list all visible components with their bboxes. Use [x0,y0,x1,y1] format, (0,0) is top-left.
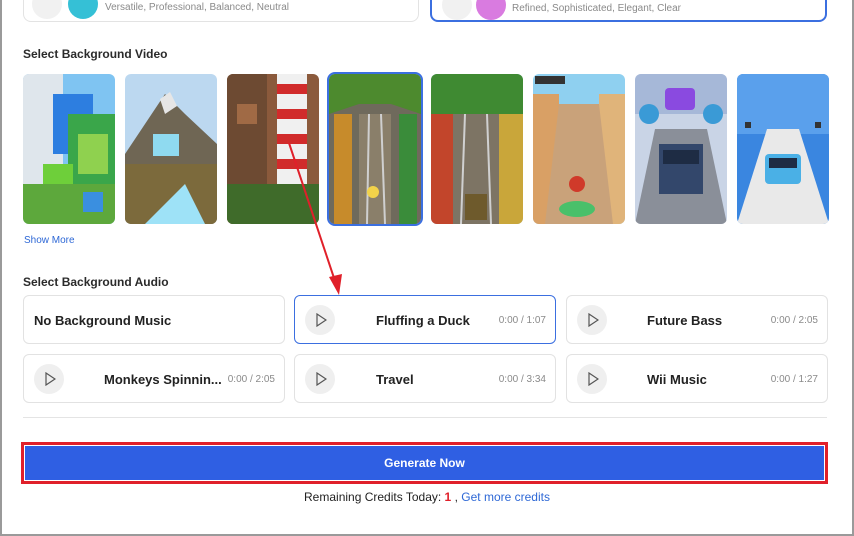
audio-duration: 0:00 / 1:07 [498,315,546,326]
get-more-credits-link[interactable]: Get more credits [461,490,550,504]
video-thumbnail-3[interactable] [227,74,319,224]
audio-duration: 0:00 / 1:27 [770,374,818,385]
video-thumbnail-1[interactable] [23,74,115,224]
play-icon[interactable] [305,364,335,394]
credits-line: Remaining Credits Today: 1 , Get more cr… [2,490,852,504]
audio-option-future-bass[interactable]: Future Bass 0:00 / 2:05 [566,295,828,344]
audio-option-fluffing-a-duck[interactable]: Fluffing a Duck 0:00 / 1:07 [294,295,556,344]
video-thumbnail-6[interactable] [533,74,625,224]
audio-option-travel[interactable]: Travel 0:00 / 3:34 [294,354,556,403]
audio-option-label: Monkeys Spinnin... [104,372,222,387]
audio-option-label: Travel [376,372,414,387]
audio-option-label: Future Bass [647,313,723,328]
video-thumbnail-list [23,72,829,226]
video-thumbnail-7[interactable] [635,74,727,224]
audio-option-wii-music[interactable]: Wii Music 0:00 / 1:27 [566,354,828,403]
voice-card-1[interactable]: Versatile, Professional, Balanced, Neutr… [23,0,419,22]
generate-now-button[interactable]: Generate Now [25,446,824,480]
audio-option-label: Wii Music [647,372,707,387]
audio-duration: 0:00 / 2:05 [227,374,275,385]
app-frame: Versatile, Professional, Balanced, Neutr… [0,0,854,536]
audio-option-label: Fluffing a Duck [376,313,470,328]
video-thumbnail-8[interactable] [737,74,829,224]
credits-count: 1 [444,490,452,504]
play-icon[interactable] [305,305,335,335]
play-icon[interactable] [34,364,64,394]
show-more-link[interactable]: Show More [24,235,75,246]
generate-button-highlight: Generate Now [21,442,828,484]
video-thumbnail-2[interactable] [125,74,217,224]
voice-avatar-icon [476,0,506,20]
video-section-title: Select Background Video [23,47,168,61]
video-thumbnail-5[interactable] [431,74,523,224]
voice-description: Versatile, Professional, Balanced, Neutr… [105,2,289,13]
audio-section-title: Select Background Audio [23,275,169,289]
video-thumbnail-4[interactable] [327,72,423,226]
voice-avatar-icon [68,0,98,19]
audio-option-no-music[interactable]: No Background Music [23,295,285,344]
play-icon[interactable] [32,0,62,19]
audio-option-label: No Background Music [34,313,172,328]
play-icon[interactable] [442,0,472,20]
voice-card-2[interactable]: Refined, Sophisticated, Elegant, Clear [430,0,827,22]
divider [23,417,827,418]
play-icon[interactable] [577,305,607,335]
credits-label: Remaining Credits Today: [304,490,442,504]
audio-duration: 0:00 / 3:34 [498,374,546,385]
audio-duration: 0:00 / 2:05 [770,315,818,326]
voice-description: Refined, Sophisticated, Elegant, Clear [512,3,681,14]
audio-option-monkeys-spinning[interactable]: Monkeys Spinnin... 0:00 / 2:05 [23,354,285,403]
play-icon[interactable] [577,364,607,394]
credits-separator: , [454,490,458,504]
